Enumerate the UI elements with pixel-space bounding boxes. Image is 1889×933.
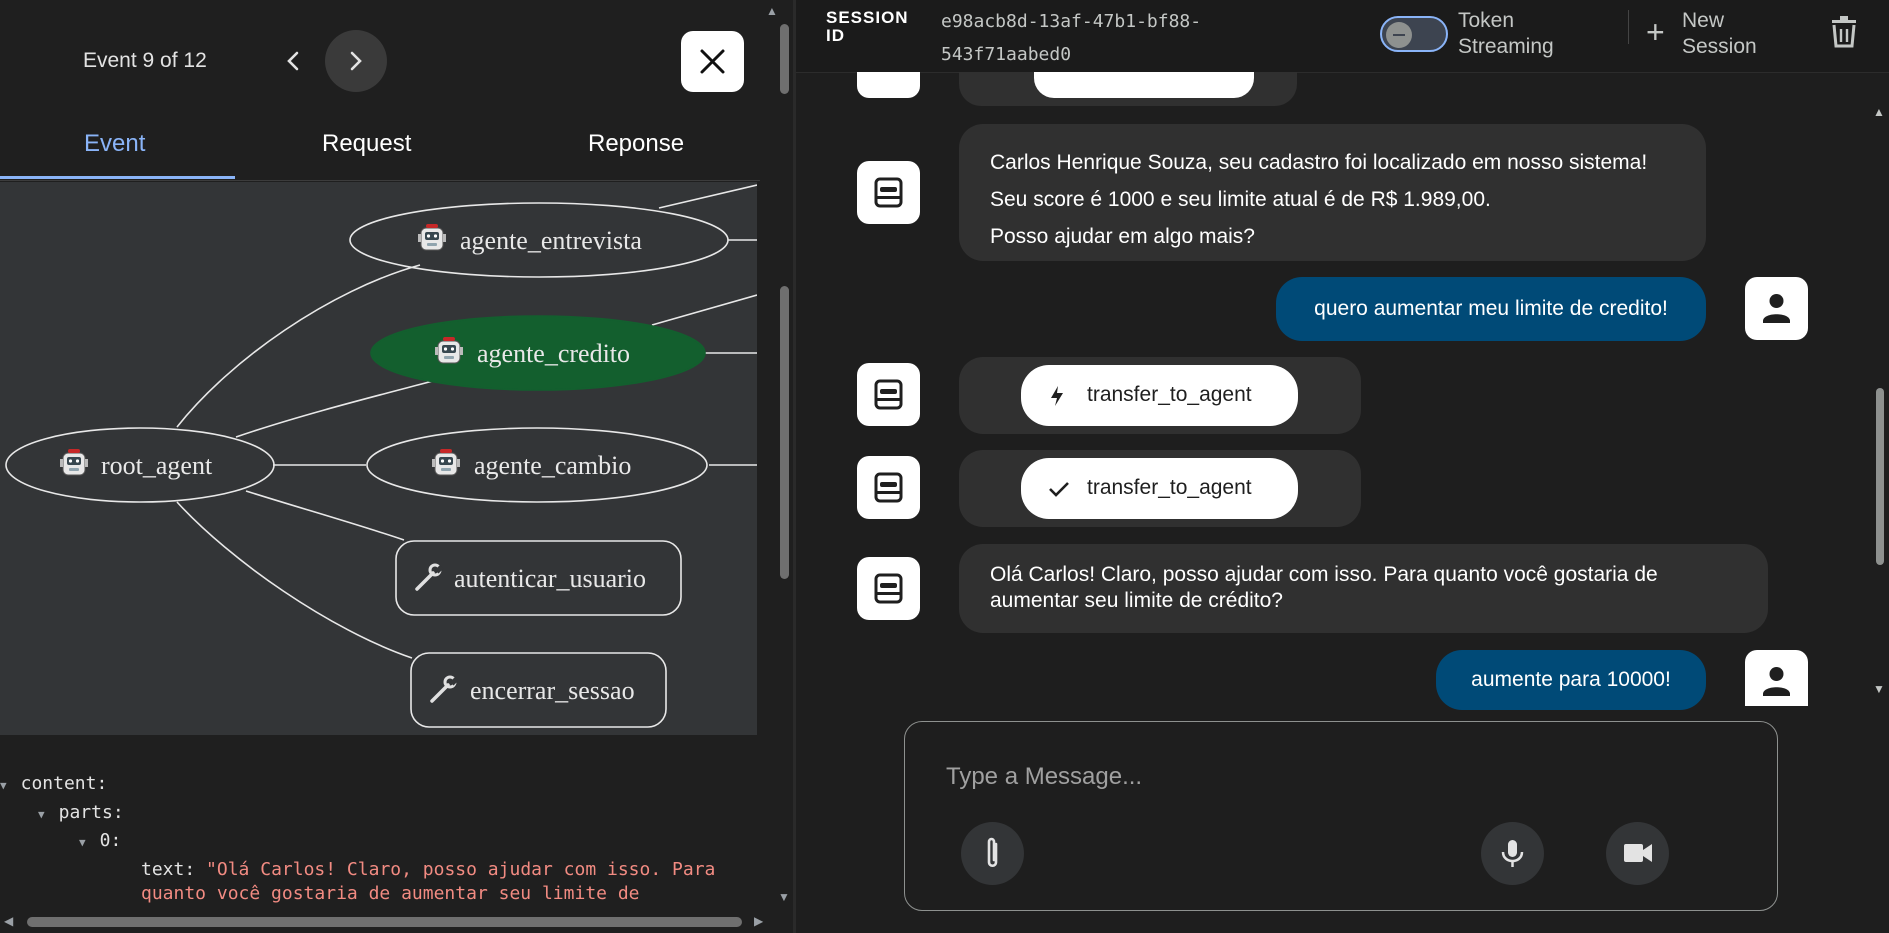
wrench-icon bbox=[430, 675, 461, 703]
person-icon bbox=[1763, 667, 1790, 696]
tab-event[interactable]: Event bbox=[84, 130, 145, 158]
session-id-value: e98acb8d-13af-47b1-bf88- 543f71aabed0 bbox=[941, 11, 1202, 65]
scroll-up-arrow-icon[interactable]: ▲ bbox=[766, 4, 778, 18]
graph-node-encerrar-sessao[interactable]: encerrar_sessao bbox=[410, 652, 667, 728]
token-streaming-label: Token Streaming bbox=[1458, 9, 1554, 58]
robot-icon bbox=[874, 177, 903, 208]
toggle-knob bbox=[1386, 22, 1412, 48]
message-line: Olá Carlos! Claro, posso ajudar com isso… bbox=[990, 563, 1658, 586]
scroll-down-arrow-icon[interactable]: ▼ bbox=[778, 890, 790, 904]
graph-node-agente-cambio[interactable]: agente_cambio bbox=[366, 427, 708, 503]
yaml-row-index[interactable]: ▼ 0: bbox=[79, 830, 121, 851]
previous-event-button[interactable] bbox=[276, 43, 312, 79]
user-message-bubble: aumente para 10000! bbox=[1436, 650, 1706, 710]
function-response-name: transfer_to_agent bbox=[1087, 476, 1252, 499]
videocam-icon bbox=[1624, 844, 1652, 862]
new-session-button[interactable]: New Session bbox=[1682, 8, 1757, 60]
bolt-icon bbox=[1051, 386, 1063, 406]
delete-session-button[interactable] bbox=[1830, 16, 1858, 48]
plus-icon[interactable]: + bbox=[1646, 16, 1665, 48]
session-id-label: SESSION ID bbox=[826, 8, 909, 45]
chat-scroll-down-icon[interactable]: ▼ bbox=[1873, 682, 1885, 696]
scroll-left-arrow-icon[interactable]: ◀ bbox=[4, 914, 13, 928]
toolbar-separator bbox=[1628, 10, 1629, 44]
bot-message-bubble: Carlos Henrique Souza, seu cadastro foi … bbox=[959, 124, 1706, 261]
chat-scrollbar-thumb[interactable] bbox=[1876, 388, 1884, 565]
microphone-icon bbox=[1501, 840, 1524, 867]
graph-node-agente-entrevista[interactable]: agente_entrevista bbox=[349, 202, 729, 278]
robot-icon bbox=[874, 573, 903, 604]
caret-down-icon: ▼ bbox=[0, 779, 7, 792]
chat-scroll-up-icon[interactable]: ▲ bbox=[1873, 105, 1885, 119]
yaml-text-value: "Olá Carlos! Claro, posso ajudar com iss… bbox=[206, 859, 716, 880]
person-icon bbox=[1763, 294, 1790, 323]
graph-node-label: encerrar_sessao bbox=[470, 676, 635, 705]
graph-node-agente-credito[interactable]: agente_credito bbox=[370, 315, 706, 391]
graph-node-root-agent[interactable]: root_agent bbox=[5, 427, 275, 503]
function-call-name: transfer_to_agent bbox=[1087, 383, 1252, 406]
video-button[interactable] bbox=[1606, 822, 1669, 885]
chevron-left-icon bbox=[287, 51, 299, 71]
graph-node-label: root_agent bbox=[101, 451, 213, 480]
message-line: Carlos Henrique Souza, seu cadastro foi … bbox=[990, 151, 1648, 174]
message-input[interactable]: Type a Message... bbox=[946, 763, 1142, 791]
caret-down-icon: ▼ bbox=[79, 836, 86, 849]
message-line: Seu score é 1000 e seu limite atual é de… bbox=[990, 188, 1491, 211]
trash-icon bbox=[1832, 16, 1856, 48]
tab-response[interactable]: Reponse bbox=[588, 130, 684, 158]
check-icon bbox=[1049, 482, 1069, 497]
paperclip-icon bbox=[987, 837, 998, 868]
microphone-button[interactable] bbox=[1481, 822, 1544, 885]
close-event-panel-button[interactable] bbox=[681, 31, 744, 92]
avatar-clipped bbox=[857, 72, 920, 98]
message-clipped bbox=[959, 72, 1297, 106]
left-horizontal-scrollbar-thumb[interactable] bbox=[27, 917, 742, 927]
graph-node-label: agente_cambio bbox=[474, 451, 631, 480]
function-response-bubble: transfer_to_agent bbox=[959, 450, 1361, 527]
left-scrollbar-thumb-upper[interactable] bbox=[780, 24, 789, 94]
close-icon bbox=[700, 49, 725, 74]
event-counter: Event 9 of 12 bbox=[83, 49, 207, 72]
event-json-viewer: ▼ content: ▼ parts: ▼ 0: text: "Olá Carlos!… bbox=[0, 735, 757, 913]
function-call-chip[interactable]: transfer_to_agent bbox=[1021, 365, 1298, 426]
graph-node-label: agente_credito bbox=[477, 339, 630, 368]
tab-request[interactable]: Request bbox=[322, 130, 411, 158]
robot-icon bbox=[874, 472, 903, 503]
bot-message-bubble: Olá Carlos! Claro, posso ajudar com isso… bbox=[959, 544, 1768, 633]
graph-node-label: autenticar_usuario bbox=[454, 564, 646, 593]
agent-graph: agente_entrevista agente_credito root_ag… bbox=[0, 182, 758, 735]
message-line: aumentar seu limite de crédito? bbox=[990, 589, 1283, 612]
attach-file-button[interactable] bbox=[961, 822, 1024, 885]
bot-avatar bbox=[857, 161, 920, 224]
left-scrollbar-thumb[interactable] bbox=[780, 286, 789, 579]
active-tab-indicator bbox=[0, 176, 235, 179]
graph-node-label: agente_entrevista bbox=[460, 226, 642, 255]
bot-avatar bbox=[857, 363, 920, 426]
caret-down-icon: ▼ bbox=[38, 808, 45, 821]
bot-avatar bbox=[857, 456, 920, 519]
robot-icon bbox=[874, 379, 903, 410]
next-event-button[interactable] bbox=[325, 30, 387, 92]
function-call-bubble: transfer_to_agent bbox=[959, 357, 1361, 434]
yaml-text-value-continued: quanto você gostaria de aumentar seu lim… bbox=[141, 883, 640, 904]
function-response-chip[interactable]: transfer_to_agent bbox=[1021, 458, 1298, 519]
chevron-right-icon bbox=[350, 51, 362, 71]
graph-node-autenticar-usuario[interactable]: autenticar_usuario bbox=[395, 540, 682, 616]
yaml-row-text: text: "Olá Carlos! Claro, posso ajudar c… bbox=[141, 859, 716, 880]
user-message-bubble: quero aumentar meu limite de credito! bbox=[1276, 277, 1706, 341]
wrench-icon bbox=[415, 563, 446, 591]
bot-avatar bbox=[857, 557, 920, 620]
scroll-right-arrow-icon[interactable]: ▶ bbox=[754, 914, 763, 928]
user-avatar bbox=[1745, 650, 1808, 706]
event-header: Event 9 of 12 bbox=[0, 0, 760, 120]
yaml-row-parts[interactable]: ▼ parts: bbox=[38, 802, 124, 823]
yaml-row-content[interactable]: ▼ content: bbox=[0, 773, 107, 794]
agent-graph-svg: agente_entrevista agente_credito root_ag… bbox=[5, 184, 758, 728]
user-avatar bbox=[1745, 277, 1808, 340]
message-line: Posso ajudar em algo mais? bbox=[990, 225, 1255, 248]
event-tabs: Event Request Reponse bbox=[0, 120, 760, 181]
